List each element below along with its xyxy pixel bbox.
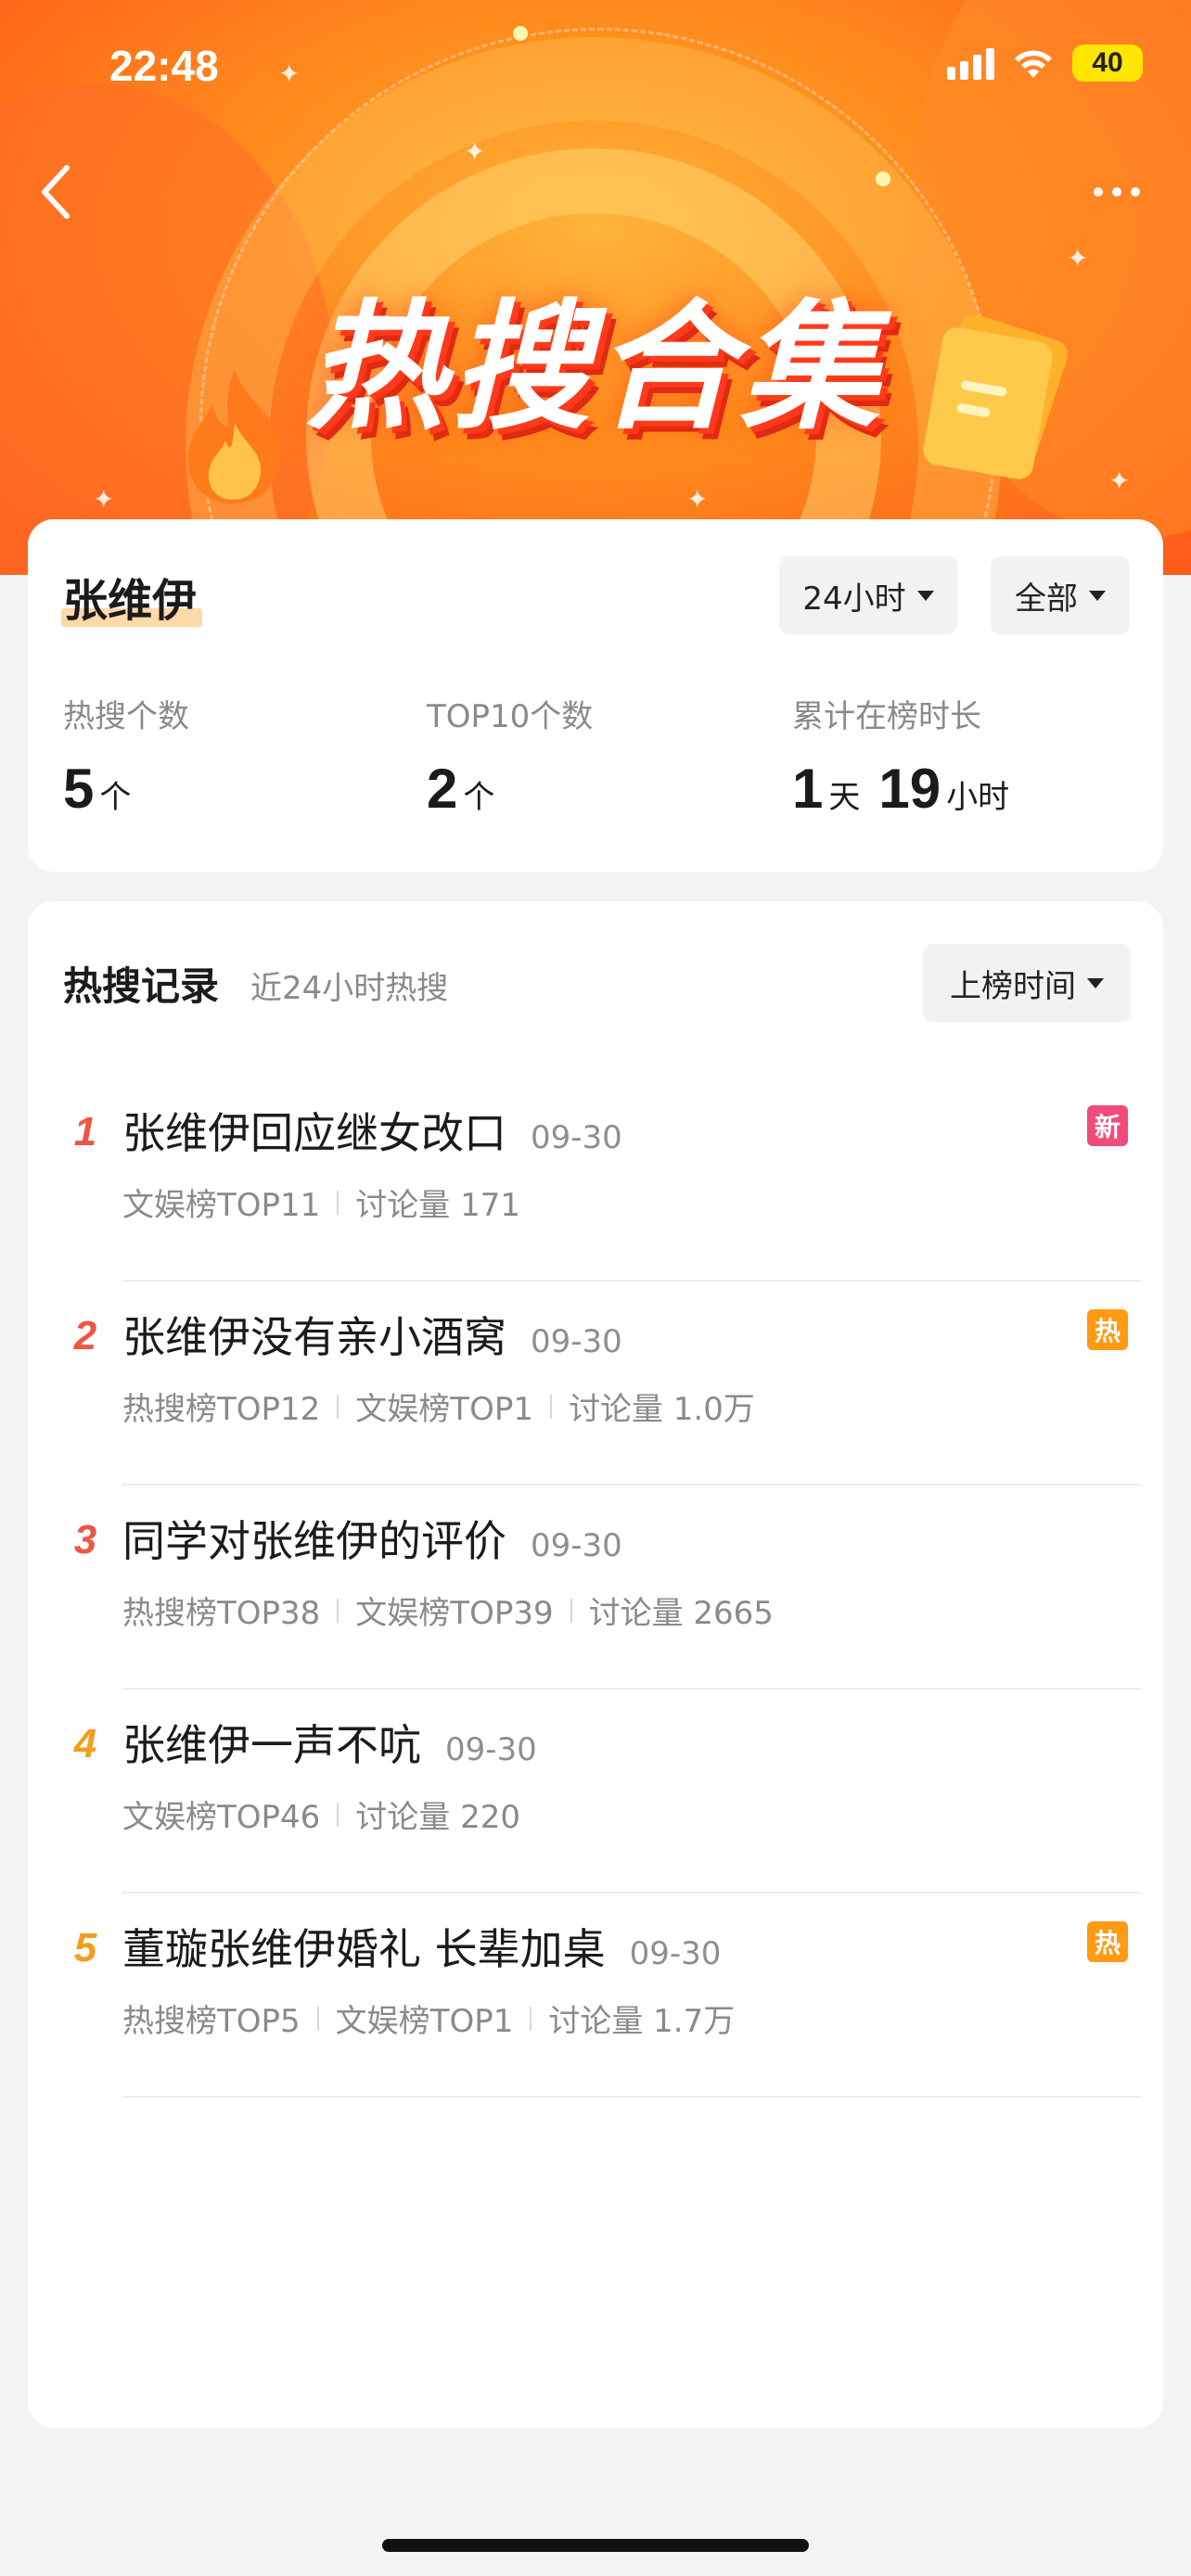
- item-meta: 文娱榜TOP11 讨论量 171: [122, 1180, 520, 1225]
- meta-tag: 文娱榜TOP1: [335, 2003, 514, 2040]
- stat-days-unit: 天: [828, 779, 861, 816]
- list-item[interactable]: 3 同学对张维伊的评价 09-30 热搜榜TOP38 文娱榜TOP39 讨论量 …: [28, 1486, 1163, 1690]
- rank-number: 3: [73, 1517, 97, 1562]
- meta-tag: 讨论量 220: [355, 1799, 520, 1836]
- banner: ✦ ✦ ✦ ✦ ✦ ✦ 22:48 40 热搜合集: [0, 0, 1191, 575]
- item-title: 董璇张维伊婚礼 长辈加桌: [122, 1924, 606, 1974]
- summary-card: 张维伊 24小时 全部 热搜个数 5 个 TOP10个数 2 个 累计在榜时长 …: [28, 519, 1163, 872]
- stat-days-value: 1: [792, 758, 824, 820]
- item-date: 09-30: [445, 1731, 537, 1768]
- sparkle-icon: ✦: [93, 484, 115, 515]
- rank-number: 5: [73, 1925, 97, 1970]
- back-button[interactable]: [28, 159, 83, 224]
- item-date: 09-30: [531, 1527, 622, 1564]
- status-icons: 40: [947, 45, 1143, 82]
- list-item[interactable]: 1 张维伊回应继女改口 09-30 文娱榜TOP11 讨论量 171 新: [28, 1078, 1163, 1282]
- caret-down-icon: [916, 590, 934, 601]
- meta-tag: 讨论量 2665: [588, 1595, 774, 1632]
- item-date: 09-30: [531, 1119, 622, 1156]
- sparkle-dot: [513, 26, 528, 41]
- sparkle-icon: ✦: [686, 484, 709, 515]
- time-filter-label: 24小时: [802, 580, 906, 618]
- hot-badge: 热: [1087, 1309, 1128, 1350]
- signal-icon: [947, 46, 994, 80]
- meta-tag: 讨论量 1.7万: [548, 2003, 736, 2040]
- meta-tag: 文娱榜TOP46: [122, 1799, 321, 1836]
- meta-tag: 热搜榜TOP38: [122, 1595, 321, 1632]
- rank-number: 1: [73, 1109, 97, 1154]
- list-item[interactable]: 2 张维伊没有亲小酒窝 09-30 热搜榜TOP12 文娱榜TOP1 讨论量 1…: [28, 1282, 1163, 1486]
- meta-tag: 文娱榜TOP39: [355, 1595, 554, 1632]
- stat-value: 5: [63, 758, 95, 820]
- stat-label: TOP10个数: [427, 698, 594, 735]
- stat-hours-unit: 小时: [946, 779, 1010, 816]
- caret-down-icon: [1087, 977, 1104, 988]
- rank-number: 4: [73, 1721, 97, 1766]
- chevron-left-icon: [42, 165, 70, 219]
- stat-unit: 个: [463, 779, 495, 816]
- status-time: 22:48: [109, 42, 219, 90]
- person-name: 张维伊: [61, 564, 203, 629]
- more-dots-icon: [1094, 187, 1103, 197]
- new-badge: 新: [1087, 1105, 1128, 1146]
- item-title: 同学对张维伊的评价: [122, 1516, 506, 1566]
- item-meta: 热搜榜TOP5 文娱榜TOP1 讨论量 1.7万: [122, 1996, 735, 2041]
- item-meta: 文娱榜TOP46 讨论量 220: [122, 1792, 520, 1837]
- scope-filter-dropdown[interactable]: 全部: [991, 556, 1130, 634]
- sparkle-icon: ✦: [464, 136, 486, 167]
- scope-filter-label: 全部: [1015, 580, 1078, 618]
- banner-title: 热搜合集: [305, 287, 885, 449]
- records-subtitle: 近24小时热搜: [250, 970, 449, 1007]
- records-list: 1 张维伊回应继女改口 09-30 文娱榜TOP11 讨论量 171 新 2 张…: [28, 1078, 1163, 2098]
- meta-tag: 热搜榜TOP5: [122, 2003, 301, 2040]
- list-item[interactable]: 5 董璇张维伊婚礼 长辈加桌 09-30 热搜榜TOP5 文娱榜TOP1 讨论量…: [28, 1894, 1163, 2098]
- stat-hot-count: 热搜个数 5 个: [63, 691, 189, 821]
- meta-tag: 讨论量 1.0万: [568, 1391, 755, 1428]
- hot-badge: 热: [1087, 1921, 1128, 1962]
- wifi-icon: [1015, 50, 1052, 78]
- rank-number: 2: [73, 1313, 97, 1358]
- meta-tag: 文娱榜TOP11: [122, 1187, 321, 1224]
- sort-label: 上榜时间: [950, 967, 1076, 1005]
- home-indicator: [382, 2539, 809, 2552]
- more-button[interactable]: [1080, 169, 1154, 215]
- stat-top10-count: TOP10个数 2 个: [427, 691, 593, 821]
- meta-tag: 热搜榜TOP12: [122, 1391, 321, 1428]
- battery-indicator: 40: [1072, 45, 1143, 82]
- sparkle-icon: ✦: [1108, 465, 1131, 496]
- stat-label: 热搜个数: [63, 698, 189, 735]
- sort-dropdown[interactable]: 上榜时间: [923, 944, 1131, 1022]
- records-title: 热搜记录: [63, 963, 220, 1009]
- item-title: 张维伊回应继女改口: [122, 1108, 506, 1158]
- records-card: 热搜记录 近24小时热搜 上榜时间 1 张维伊回应继女改口 09-30 文娱榜T…: [28, 901, 1163, 2428]
- stat-unit: 个: [99, 779, 132, 816]
- stat-value: 2: [427, 758, 458, 820]
- stat-hours-value: 19: [878, 758, 941, 820]
- time-filter-dropdown[interactable]: 24小时: [779, 556, 957, 634]
- item-date: 09-30: [629, 1935, 722, 1972]
- divider: [122, 2096, 1141, 2098]
- caret-down-icon: [1089, 590, 1106, 601]
- list-item[interactable]: 4 张维伊一声不吭 09-30 文娱榜TOP46 讨论量 220: [28, 1690, 1163, 1894]
- meta-tag: 讨论量 171: [355, 1187, 520, 1224]
- stat-label: 累计在榜时长: [792, 698, 981, 735]
- item-meta: 热搜榜TOP38 文娱榜TOP39 讨论量 2665: [122, 1588, 774, 1633]
- item-title: 张维伊没有亲小酒窝: [122, 1312, 506, 1362]
- stat-total-duration: 累计在榜时长 1 天 19 小时: [792, 691, 1009, 821]
- sparkle-dot: [876, 172, 890, 186]
- meta-tag: 文娱榜TOP1: [355, 1391, 533, 1428]
- item-meta: 热搜榜TOP12 文娱榜TOP1 讨论量 1.0万: [122, 1384, 755, 1429]
- item-title: 张维伊一声不吭: [122, 1720, 421, 1770]
- item-date: 09-30: [531, 1323, 622, 1360]
- sparkle-icon: ✦: [278, 58, 301, 89]
